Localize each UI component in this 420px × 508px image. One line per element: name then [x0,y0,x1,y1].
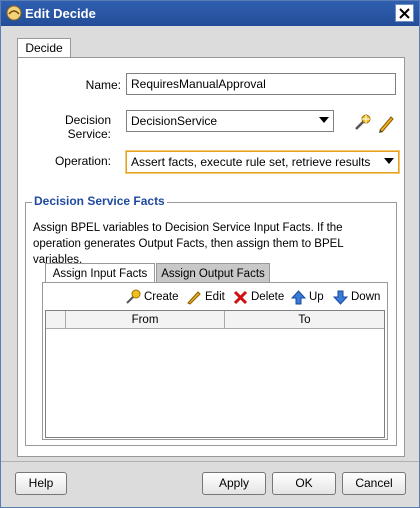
close-icon [399,7,410,19]
down-button[interactable]: Down [333,289,380,305]
row-header-corner [46,311,66,329]
up-button[interactable]: Up [291,289,324,305]
chevron-down-icon [384,158,394,164]
edit-pencil-icon[interactable] [376,113,396,133]
facts-table[interactable]: From To [45,310,385,438]
tab-assign-output-facts[interactable]: Assign Output Facts [156,263,270,283]
create-button[interactable]: Create [125,289,179,305]
down-label: Down [351,291,381,303]
tab-assign-input-facts[interactable]: Assign Input Facts [45,263,155,283]
chevron-down-icon [319,117,329,123]
apply-button[interactable]: Apply [202,472,266,495]
ok-button[interactable]: OK [272,472,336,495]
up-label: Up [309,291,324,303]
arrow-up-icon [291,289,306,304]
close-button[interactable] [395,4,414,22]
cancel-button[interactable]: Cancel [342,472,406,495]
create-label: Create [144,291,179,303]
name-input[interactable]: RequiresManualApproval [126,73,396,95]
decision-service-label: Decision Service: [64,113,111,141]
edit-button[interactable]: Edit [186,289,225,305]
delete-button[interactable]: Delete [233,289,284,305]
facts-description: Assign BPEL variables to Decision Servic… [33,222,344,266]
group-title: Decision Service Facts [32,194,167,208]
divider [1,461,419,462]
tab-decide[interactable]: Decide [17,38,71,58]
create-service-icon[interactable] [352,113,372,133]
decision-service-value: DecisionService [131,114,218,128]
edit-icon [187,291,201,305]
delete-label: Delete [251,291,285,303]
column-header-to[interactable]: To [225,311,384,329]
delete-icon [233,290,248,304]
arrow-down-icon [333,290,348,305]
operation-label: Operation: [54,154,111,168]
edit-decide-dialog: Edit Decide Decide Name: RequiresManualA… [0,0,420,508]
column-header-from[interactable]: From [66,311,225,329]
app-icon [6,5,22,21]
help-button[interactable]: Help [15,472,67,495]
window-title: Edit Decide [25,6,96,21]
name-label: Name: [85,78,121,92]
create-icon [126,289,141,304]
edit-label: Edit [205,291,225,303]
operation-select[interactable]: Assert facts, execute rule set, retrieve… [126,151,399,173]
operation-value: Assert facts, execute rule set, retrieve… [131,155,371,169]
decision-service-select[interactable]: DecisionService [126,110,334,132]
title-bar[interactable]: Edit Decide [1,1,419,26]
